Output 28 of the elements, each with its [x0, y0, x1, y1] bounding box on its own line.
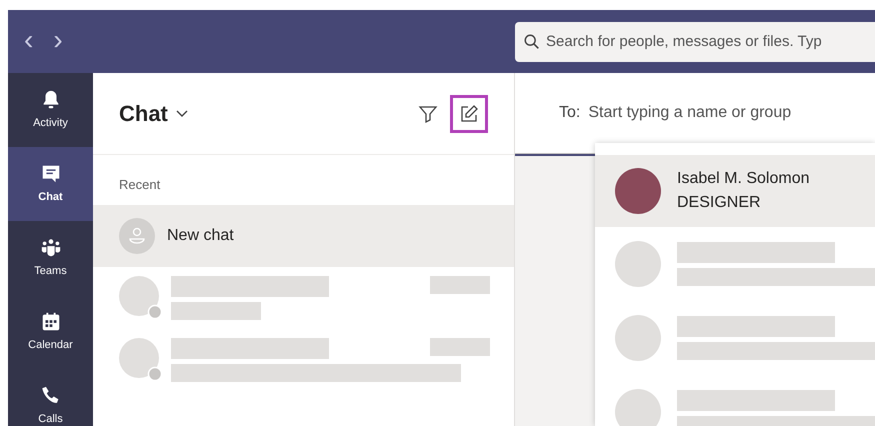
chat-list-item[interactable]: New chat	[93, 204, 514, 266]
search-icon	[523, 32, 541, 50]
chat-title-dropdown[interactable]: Chat	[119, 97, 188, 130]
person-avatar-icon	[119, 218, 155, 254]
person-name: Isabel M. Solomon	[677, 169, 810, 189]
search-field[interactable]: Search for people, messages or files. Typ	[515, 22, 875, 62]
placeholder-avatar	[615, 389, 661, 426]
compose-button[interactable]	[450, 94, 488, 132]
placeholder-avatar	[615, 241, 661, 287]
person-role: DESIGNER	[677, 193, 762, 213]
compose-icon	[459, 104, 479, 124]
photo-placeholder	[615, 168, 661, 214]
placeholder-avatar-icon	[119, 338, 163, 382]
placeholder-avatar	[615, 315, 661, 361]
filter-button[interactable]	[418, 104, 438, 124]
back-button[interactable]: ‹	[24, 26, 34, 54]
chevron-down-icon	[176, 110, 188, 118]
placeholder-avatar-icon	[119, 276, 163, 320]
filter-icon	[418, 104, 438, 124]
rail-item[interactable]: Chat	[8, 147, 93, 221]
forward-button[interactable]: ›	[53, 26, 63, 54]
to-label: To:	[559, 103, 580, 123]
loading-bar	[430, 338, 490, 356]
loading-bar	[430, 276, 490, 294]
section-heading: Recent	[118, 176, 162, 194]
people-group-icon	[40, 236, 62, 259]
recipient-input[interactable]: Start typing a name or group	[588, 101, 875, 125]
suggestion-item[interactable]: Isabel M. Solomon DESIGNER	[595, 155, 875, 227]
